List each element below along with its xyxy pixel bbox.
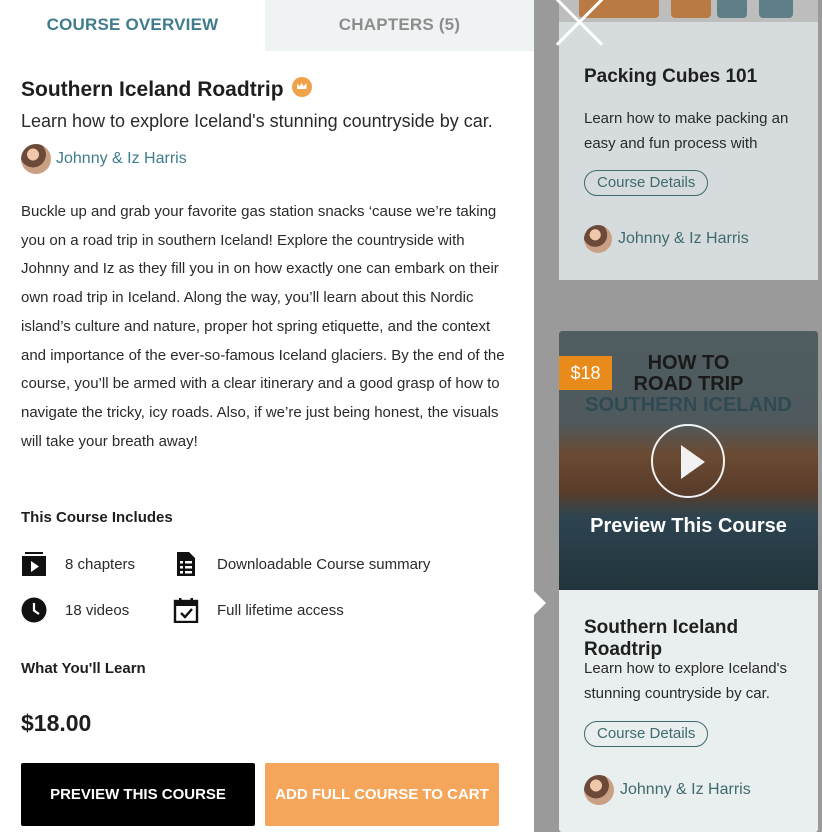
feature-access: Full lifetime access (173, 597, 344, 623)
feature-label: 18 videos (65, 601, 130, 619)
clock-icon (21, 597, 47, 623)
video-title-line: SOUTHERN ICELAND (585, 394, 792, 416)
avatar (21, 144, 51, 174)
feature-label: Downloadable Course summary (217, 555, 431, 573)
course-title: Southern Iceland Roadtrip (21, 78, 284, 101)
avatar (584, 775, 614, 805)
card-description: Learn how to explore Iceland's stunning … (584, 660, 787, 702)
feature-label: 8 chapters (65, 555, 136, 573)
panel-pointer (534, 591, 546, 615)
includes-heading: This Course Includes (21, 509, 173, 526)
course-overview-panel: COURSE OVERVIEW CHAPTERS (5) Southern Ic… (0, 0, 534, 832)
document-list-icon (177, 552, 195, 576)
feature-label: Full lifetime access (217, 601, 344, 619)
preview-course-button[interactable]: PREVIEW THIS COURSE (21, 763, 255, 826)
author-name[interactable]: Johnny & Iz Harris (620, 781, 751, 799)
course-subtitle: Learn how to explore Iceland's stunning … (21, 111, 493, 131)
feature-videos: 18 videos (21, 597, 129, 623)
video-thumbnail[interactable]: HOW TO ROAD TRIP SOUTHERN ICELAND $18 Pr… (559, 331, 818, 590)
video-chapters-icon (22, 552, 46, 576)
course-author[interactable]: Johnny & Iz Harris (21, 144, 187, 174)
course-description: Buckle up and grab your favorite gas sta… (21, 203, 505, 450)
course-details-button[interactable]: Course Details (584, 170, 709, 196)
add-to-cart-button[interactable]: ADD FULL COURSE TO CART (265, 763, 499, 826)
crown-icon (291, 77, 312, 97)
course-card-iceland[interactable]: HOW TO ROAD TRIP SOUTHERN ICELAND $18 Pr… (559, 331, 818, 832)
tab-bar: COURSE OVERVIEW CHAPTERS (5) (0, 0, 534, 51)
author-name[interactable]: Johnny & Iz Harris (56, 150, 187, 168)
preview-course-label[interactable]: Preview This Course (559, 515, 818, 538)
avatar (584, 225, 612, 253)
what-youll-learn-heading: What You'll Learn (21, 660, 146, 677)
calendar-check-icon (173, 598, 199, 623)
price-badge: $18 (559, 356, 612, 390)
course-price: $18.00 (21, 710, 92, 736)
play-icon[interactable] (651, 424, 725, 498)
card-author[interactable]: Johnny & Iz Harris (584, 775, 751, 805)
feature-chapters: 8 chapters (21, 551, 135, 577)
course-details-button[interactable]: Course Details (584, 721, 709, 747)
close-icon[interactable] (554, 0, 604, 48)
course-title-row: Southern Iceland Roadtrip (21, 77, 312, 102)
feature-summary: Downloadable Course summary (173, 551, 430, 577)
tab-course-overview[interactable]: COURSE OVERVIEW (0, 0, 265, 51)
author-name[interactable]: Johnny & Iz Harris (618, 230, 749, 248)
card-title: Southern Iceland Roadtrip (584, 617, 739, 660)
card-author[interactable]: Johnny & Iz Harris (584, 225, 749, 253)
tab-chapters[interactable]: CHAPTERS (5) (265, 0, 534, 51)
card-description: Learn how to make packing an easy and fu… (584, 110, 789, 152)
card-title: Packing Cubes 101 (584, 66, 758, 87)
